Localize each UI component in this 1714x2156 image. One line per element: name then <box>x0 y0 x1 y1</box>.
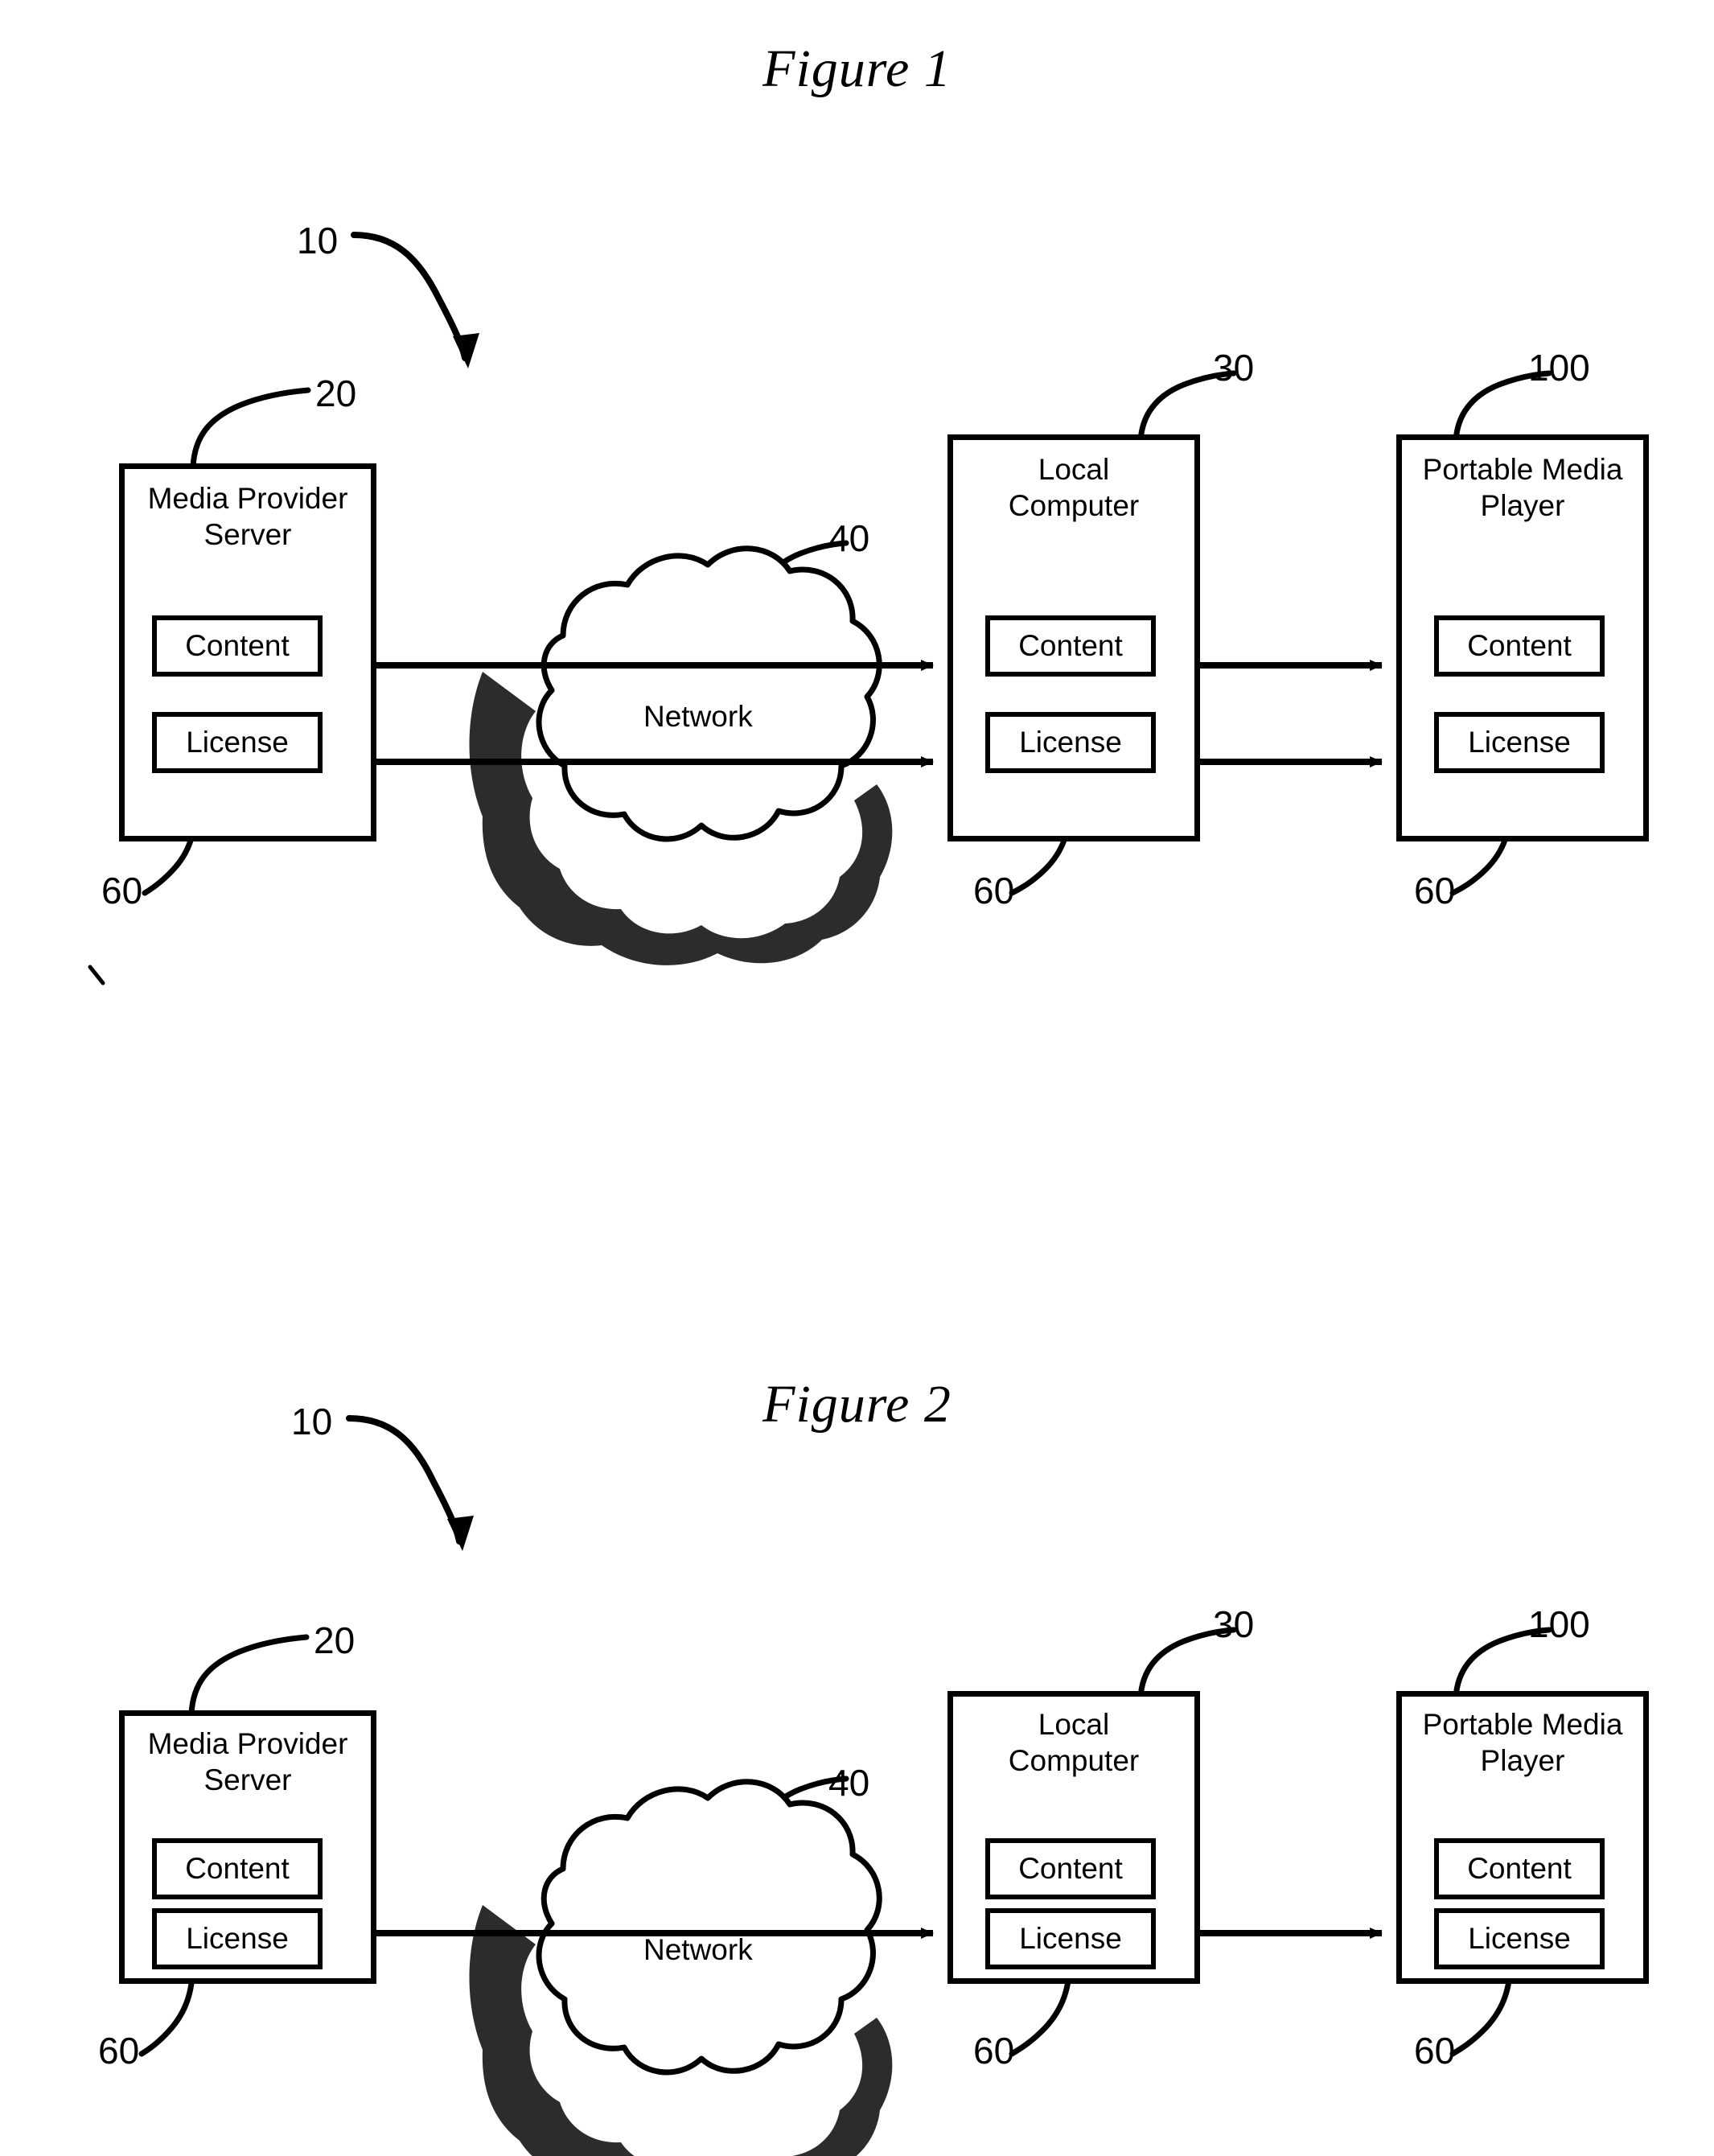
fig2-player-license-label: License <box>1468 1922 1571 1955</box>
fig2-server-content-box[interactable]: Content <box>152 1838 323 1899</box>
fig2-local-computer-label: Local Computer <box>1008 1708 1140 1777</box>
fig2-media-provider-server-label: Media Provider Server <box>147 1727 348 1796</box>
fig2-ref-label-60-player: 60 <box>1414 2030 1456 2072</box>
fig2-ref-label-20-server: 20 <box>314 1619 356 1661</box>
fig2-ref-10-leader-icon <box>346 1415 474 1551</box>
fig2-media-provider-server-box[interactable]: Media Provider Server Content License <box>119 1710 376 1984</box>
fig2-player-content-box[interactable]: Content <box>1434 1838 1605 1899</box>
fig2-local-computer-box[interactable]: Local Computer Content License <box>947 1691 1200 1984</box>
figure-2-title: Figure 2 <box>762 1375 952 1434</box>
fig2-ref-label-10: 10 <box>291 1401 333 1442</box>
fig2-ref-label-30-local: 30 <box>1213 1603 1255 1645</box>
figure-2-panel: Figure 2 10 20 60 40 30 60 100 60 Media … <box>0 0 1714 2156</box>
fig2-portable-media-player-box[interactable]: Portable Media Player Content License <box>1396 1691 1649 1984</box>
fig2-ref-label-60-local: 60 <box>973 2030 1015 2072</box>
fig2-local-content-label: Content <box>1018 1852 1123 1885</box>
fig2-player-content-label: Content <box>1467 1852 1572 1885</box>
fig2-portable-media-player-label: Portable Media Player <box>1422 1708 1623 1777</box>
fig2-network-cloud-label: Network <box>643 1933 753 1966</box>
fig2-local-license-box[interactable]: License <box>985 1908 1156 1969</box>
fig2-ref-label-40-cloud: 40 <box>828 1762 870 1804</box>
fig2-network-cloud-icon <box>469 1779 893 2156</box>
fig2-ref-label-60-server: 60 <box>98 2030 140 2072</box>
fig2-local-content-box[interactable]: Content <box>985 1838 1156 1899</box>
fig2-server-content-label: Content <box>185 1852 290 1885</box>
fig2-local-license-label: License <box>1019 1922 1122 1955</box>
fig2-ref-20-leader-icon <box>188 1634 310 1717</box>
fig2-ref-label-100-player: 100 <box>1528 1603 1590 1645</box>
fig2-player-license-box[interactable]: License <box>1434 1908 1605 1969</box>
fig2-server-license-box[interactable]: License <box>152 1908 323 1969</box>
fig2-server-license-label: License <box>186 1922 289 1955</box>
